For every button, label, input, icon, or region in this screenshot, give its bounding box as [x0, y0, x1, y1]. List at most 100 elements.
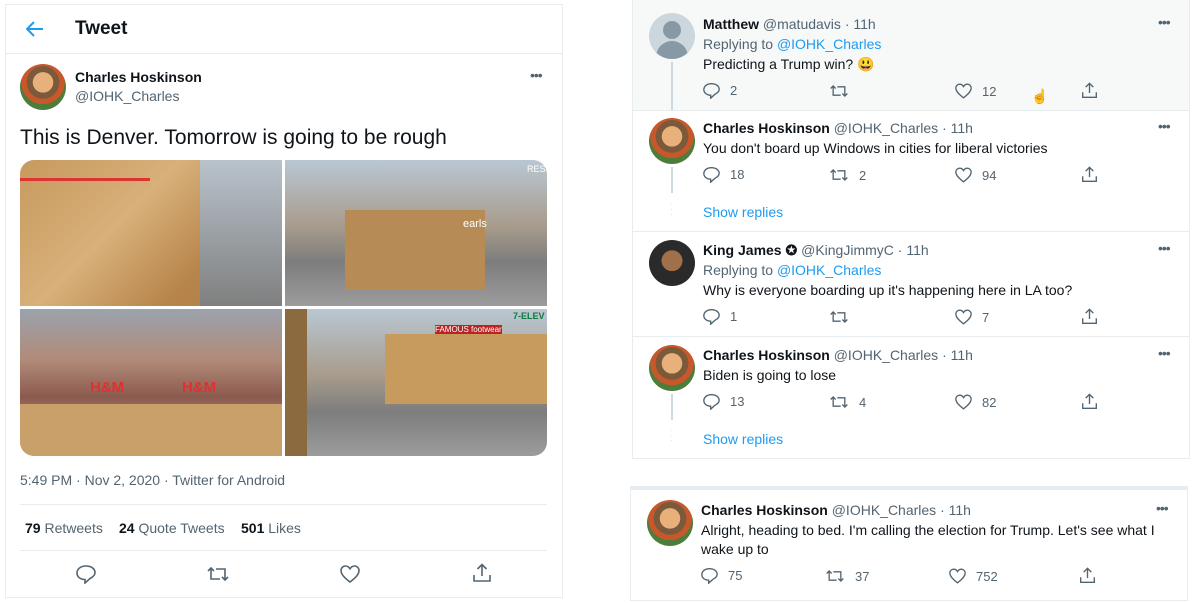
more-icon[interactable]: •••	[1158, 240, 1171, 256]
quote-stat[interactable]: 24 Quote Tweets	[119, 520, 225, 536]
like-icon	[955, 83, 972, 99]
reply-author-handle[interactable]: @IOHK_Charles	[834, 120, 938, 136]
reply-2-header: Charles Hoskinson @IOHK_Charles · 11h	[703, 120, 973, 136]
avatar[interactable]	[649, 118, 695, 164]
retweet-icon	[826, 570, 844, 582]
more-icon[interactable]: •••	[1158, 14, 1171, 30]
show-replies-link[interactable]: Show replies	[703, 204, 783, 220]
reply-icon	[703, 167, 720, 183]
page-title: Tweet	[75, 18, 128, 39]
reply-3-header: King James ✪ @KingJimmyC · 11h	[703, 242, 929, 259]
share-icon[interactable]	[1081, 82, 1098, 99]
thread-line	[671, 167, 673, 193]
retweet-icon	[830, 169, 848, 181]
avatar[interactable]	[649, 13, 695, 59]
media-image-3[interactable]: H&M H&M	[20, 309, 282, 456]
media-image-2[interactable]: earls RESID	[285, 160, 547, 306]
retweet-action[interactable]	[829, 83, 859, 99]
reply-count: 2	[730, 83, 738, 98]
retweet-action[interactable]	[829, 309, 859, 325]
reply-action[interactable]: 2	[703, 82, 737, 99]
retweet-icon	[830, 85, 848, 97]
avatar[interactable]	[647, 500, 693, 546]
retweet-action[interactable]: 2	[829, 167, 866, 183]
reply-author-name[interactable]: Charles Hoskinson	[703, 120, 830, 136]
reply-text: Predicting a Trump win? 😃	[703, 56, 875, 72]
media-grid[interactable]: earls RESID H&M H&M FAMOUS footwear 7-EL…	[20, 160, 547, 456]
reply-action[interactable]: 18	[703, 166, 744, 183]
reply-time[interactable]: · 11h	[942, 120, 973, 136]
replying-to: Replying to @IOHK_Charles	[703, 262, 881, 278]
reply-author-name[interactable]: Matthew	[703, 16, 759, 32]
reply-time[interactable]: · 11h	[942, 347, 973, 363]
more-icon[interactable]: •••	[1158, 345, 1171, 361]
author-name[interactable]: Charles Hoskinson	[75, 69, 202, 85]
retweet-icon	[830, 311, 848, 323]
retweet-label: Retweets	[44, 520, 103, 536]
author-handle[interactable]: @IOHK_Charles	[75, 88, 179, 104]
reply-action[interactable]: 13	[703, 393, 744, 410]
reply-count: 75	[728, 568, 743, 583]
image-text-famous: FAMOUS footwear	[435, 325, 502, 334]
reply-author-handle[interactable]: @IOHK_Charles	[834, 347, 938, 363]
like-icon	[949, 568, 966, 584]
show-replies-link[interactable]: Show replies	[703, 431, 783, 447]
thread-dots: · · ·	[670, 426, 673, 445]
replying-to-link[interactable]: @IOHK_Charles	[777, 36, 881, 52]
share-icon[interactable]	[1079, 567, 1096, 584]
share-icon[interactable]	[1081, 393, 1098, 410]
avatar[interactable]	[20, 64, 66, 110]
back-arrow-icon[interactable]	[26, 21, 44, 37]
like-icon[interactable]	[340, 565, 360, 583]
reply-panel-bottom: Charles Hoskinson @IOHK_Charles · 11h ••…	[630, 486, 1188, 601]
retweet-action[interactable]: 37	[825, 568, 869, 584]
reply-time[interactable]: · 11h	[898, 242, 929, 258]
replying-to-link[interactable]: @IOHK_Charles	[777, 262, 881, 278]
media-image-4[interactable]: FAMOUS footwear 7-ELEV	[285, 309, 547, 456]
avatar[interactable]	[649, 240, 695, 286]
share-icon[interactable]	[1081, 308, 1098, 325]
reply-5-header: Charles Hoskinson @IOHK_Charles · 11h	[701, 502, 971, 518]
like-count: 82	[982, 394, 997, 410]
tweet-text: This is Denver. Tomorrow is going to be …	[20, 126, 447, 149]
like-action[interactable]: 82	[955, 394, 996, 410]
replying-prefix: Replying to	[703, 262, 774, 278]
reply-author-handle[interactable]: @IOHK_Charles	[832, 502, 936, 518]
replies-panel: Matthew @matudavis · 11h ••• Replying to…	[632, 0, 1190, 459]
reply-text-line-1: Alright, heading to bed. I'm calling the…	[701, 522, 1155, 538]
like-action[interactable]: 752	[949, 568, 998, 584]
like-count: 12	[982, 83, 997, 99]
reply-icon	[703, 309, 720, 325]
tweet-meta[interactable]: 5:49 PM · Nov 2, 2020 · Twitter for Andr…	[20, 472, 285, 488]
reply-time[interactable]: · 11h	[845, 16, 876, 32]
retweet-icon[interactable]	[206, 565, 230, 583]
retweet-count: 4	[859, 394, 867, 410]
retweet-stat[interactable]: 79 Retweets	[25, 520, 103, 536]
avatar[interactable]	[649, 345, 695, 391]
reply-author-name[interactable]: Charles Hoskinson	[703, 347, 830, 363]
reply-author-handle[interactable]: @KingJimmyC	[801, 242, 894, 258]
divider	[633, 110, 1189, 111]
retweet-icon	[830, 396, 848, 408]
like-action[interactable]: 12	[955, 83, 996, 99]
retweet-action[interactable]: 4	[829, 394, 866, 410]
reply-author-name[interactable]: King James ✪	[703, 242, 797, 258]
reply-author-name[interactable]: Charles Hoskinson	[701, 502, 828, 518]
like-action[interactable]: 94	[955, 167, 996, 183]
more-icon[interactable]: •••	[530, 67, 543, 83]
share-icon[interactable]	[1081, 166, 1098, 183]
reply-author-handle[interactable]: @matudavis	[763, 16, 841, 32]
more-icon[interactable]: •••	[1158, 118, 1171, 134]
likes-stat[interactable]: 501 Likes	[241, 520, 301, 536]
retweet-count: 37	[855, 568, 870, 584]
share-icon[interactable]	[472, 563, 492, 583]
reply-count: 18	[730, 167, 745, 182]
more-icon[interactable]: •••	[1156, 500, 1169, 516]
reply-time[interactable]: · 11h	[940, 502, 971, 518]
reply-action[interactable]: 75	[701, 567, 742, 584]
reply-action[interactable]: 1	[703, 308, 737, 325]
like-action[interactable]: 7	[955, 309, 989, 325]
reply-icon[interactable]	[76, 564, 96, 584]
media-image-1[interactable]	[20, 160, 282, 306]
replying-prefix: Replying to	[703, 36, 774, 52]
